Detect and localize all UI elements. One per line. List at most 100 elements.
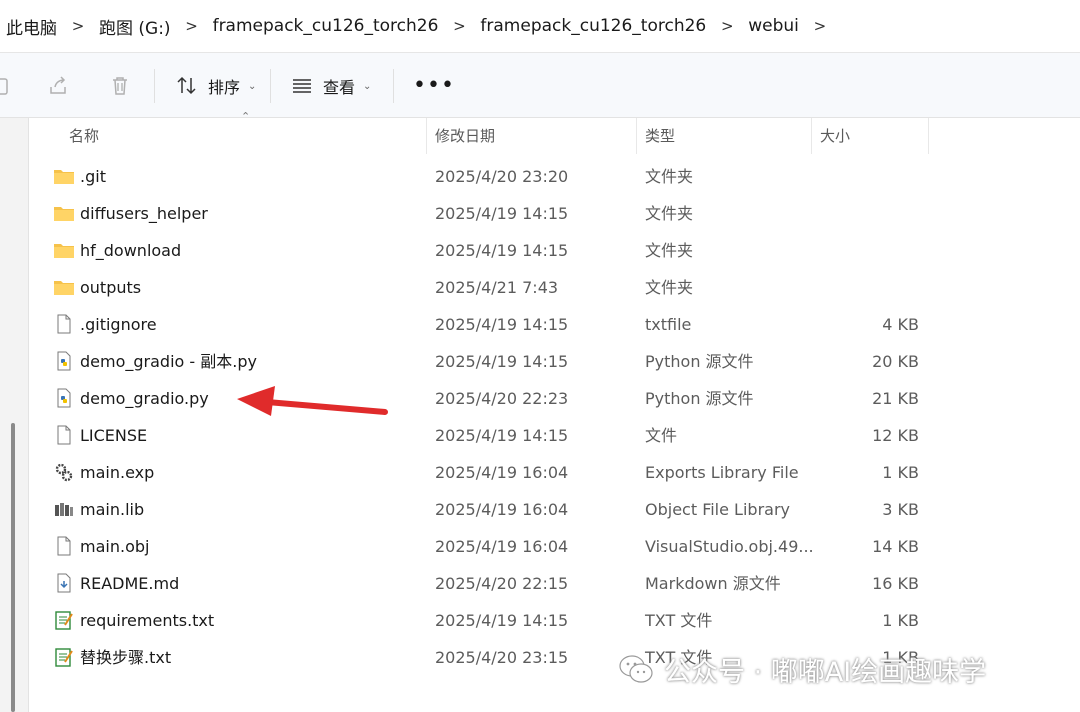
file-icon <box>53 425 75 445</box>
file-name: main.exp <box>80 463 155 482</box>
file-date-modified: 2025/4/19 14:15 <box>435 426 569 445</box>
column-date-modified[interactable]: 修改日期 <box>435 118 495 154</box>
file-name: diffusers_helper <box>80 204 208 223</box>
column-type[interactable]: 类型 <box>645 118 675 154</box>
file-size: 16 KB <box>872 574 919 593</box>
toolbar-divider <box>270 69 271 103</box>
file-name: demo_gradio.py <box>80 389 209 408</box>
sort-button[interactable]: 排序 ⌄ <box>176 73 256 99</box>
file-type: Markdown 源文件 <box>645 574 781 593</box>
chevron-right-icon[interactable]: > <box>57 17 99 35</box>
toolbar-divider <box>393 69 394 103</box>
file-row[interactable]: diffusers_helper 2025/4/19 14:15 文件夹 <box>29 195 1080 232</box>
address-breadcrumb: 此电脑 > 跑图 (G:) > framepack_cu126_torch26 … <box>0 0 1080 53</box>
breadcrumb-drive[interactable]: 跑图 (G:) <box>99 14 171 39</box>
file-type: Exports Library File <box>645 463 799 482</box>
file-date-modified: 2025/4/21 7:43 <box>435 278 559 297</box>
file-name: .gitignore <box>80 315 157 334</box>
column-divider[interactable] <box>928 118 929 154</box>
chevron-right-icon[interactable]: > <box>706 17 748 35</box>
file-row[interactable]: requirements.txt 2025/4/19 14:15 TXT 文件 1 K… <box>29 602 1080 639</box>
breadcrumb-webui[interactable]: webui <box>748 16 799 36</box>
file-icon <box>53 536 75 556</box>
wechat-logo-icon <box>619 655 653 683</box>
view-label: 查看 <box>323 78 356 97</box>
file-row[interactable]: README.md 2025/4/20 22:15 Markdown 源文件 16 K… <box>29 565 1080 602</box>
file-date-modified: 2025/4/19 16:04 <box>435 537 569 556</box>
navigation-pane <box>0 118 29 712</box>
file-size: 4 KB <box>882 315 919 334</box>
view-button[interactable]: 查看 ⌄ <box>291 73 371 99</box>
file-size: 14 KB <box>872 537 919 556</box>
file-row[interactable]: demo_gradio - 副本.py 2025/4/19 14:15 Python… <box>29 343 1080 380</box>
share-icon[interactable] <box>47 75 69 97</box>
file-type: Python 源文件 <box>645 389 754 408</box>
file-name: demo_gradio - 副本.py <box>80 352 257 371</box>
command-bar: 排序 ⌄ 查看 ⌄ ••• <box>0 53 1080 118</box>
file-type: 文件夹 <box>645 204 694 223</box>
file-row[interactable]: hf_download 2025/4/19 14:15 文件夹 <box>29 232 1080 269</box>
sort-arrows-icon <box>177 76 196 95</box>
chevron-right-icon[interactable]: > <box>799 17 841 35</box>
text-file-icon <box>53 647 75 667</box>
python-file-icon <box>53 388 75 408</box>
file-date-modified: 2025/4/19 14:15 <box>435 352 569 371</box>
column-size[interactable]: 大小 <box>820 118 850 154</box>
library-file-icon <box>53 499 75 519</box>
breadcrumb-folder-1[interactable]: framepack_cu126_torch26 <box>213 16 439 36</box>
file-size: 12 KB <box>872 426 919 445</box>
file-name: LICENSE <box>80 426 148 445</box>
file-size: 3 KB <box>882 500 919 519</box>
file-name: .git <box>80 167 106 186</box>
folder-icon <box>53 203 75 223</box>
file-size: 21 KB <box>872 389 919 408</box>
file-row[interactable]: .git 2025/4/20 23:20 文件夹 <box>29 158 1080 195</box>
file-date-modified: 2025/4/20 22:23 <box>435 389 569 408</box>
file-type: 文件 <box>645 426 678 445</box>
column-divider[interactable] <box>811 118 812 154</box>
file-icon <box>53 314 75 334</box>
column-header: ⌃ 名称 修改日期 类型 大小 <box>29 110 1080 154</box>
file-row[interactable]: .gitignore 2025/4/19 14:15 txtfile 4 KB <box>29 306 1080 343</box>
gears-file-icon <box>53 462 75 482</box>
column-divider[interactable] <box>636 118 637 154</box>
folder-icon <box>53 166 75 186</box>
column-name[interactable]: 名称 <box>69 118 99 154</box>
chevron-down-icon: ⌄ <box>248 80 257 92</box>
file-list: .git 2025/4/20 23:20 文件夹 diffusers_helper 20… <box>29 158 1080 676</box>
file-row[interactable]: main.lib 2025/4/19 16:04 Object File Libra… <box>29 491 1080 528</box>
file-date-modified: 2025/4/20 23:15 <box>435 648 569 667</box>
file-date-modified: 2025/4/20 22:15 <box>435 574 569 593</box>
file-type: Python 源文件 <box>645 352 754 371</box>
red-arrow-annotation <box>237 386 388 416</box>
file-date-modified: 2025/4/19 14:15 <box>435 241 569 260</box>
sort-ascending-icon: ⌃ <box>241 110 251 123</box>
file-size: 1 KB <box>882 463 919 482</box>
file-name: hf_download <box>80 241 182 260</box>
paste-icon[interactable] <box>0 75 12 97</box>
file-date-modified: 2025/4/20 23:20 <box>435 167 569 186</box>
column-divider[interactable] <box>426 118 427 154</box>
file-name: README.md <box>80 574 180 593</box>
chevron-right-icon[interactable]: > <box>438 17 480 35</box>
chevron-down-icon: ⌄ <box>363 80 372 92</box>
file-row[interactable]: demo_gradio.py 2025/4/20 22:23 Python 源文件 2… <box>29 380 1080 417</box>
view-list-icon <box>293 79 311 93</box>
breadcrumb-this-pc[interactable]: 此电脑 <box>6 14 57 39</box>
file-type: VisualStudio.obj.49... <box>645 537 814 556</box>
vertical-scrollbar[interactable] <box>11 423 15 712</box>
chevron-right-icon[interactable]: > <box>171 17 213 35</box>
file-row[interactable]: main.obj 2025/4/19 16:04 VisualStudio.obj.… <box>29 528 1080 565</box>
file-date-modified: 2025/4/19 14:15 <box>435 611 569 630</box>
more-options-button[interactable]: ••• <box>413 73 455 98</box>
file-row[interactable]: main.exp 2025/4/19 16:04 Exports Library F… <box>29 454 1080 491</box>
file-row[interactable]: LICENSE 2025/4/19 14:15 文件 12 KB <box>29 417 1080 454</box>
delete-icon[interactable] <box>109 75 131 97</box>
text-file-icon <box>53 610 75 630</box>
watermark-text: 公众号 · 嘟嘟AI绘画趣味学 <box>664 656 987 688</box>
watermark: 公众号 · 嘟嘟AI绘画趣味学 <box>618 645 986 693</box>
file-size: 20 KB <box>872 352 919 371</box>
breadcrumb-folder-2[interactable]: framepack_cu126_torch26 <box>480 16 706 36</box>
file-name: main.obj <box>80 537 150 556</box>
file-row[interactable]: outputs 2025/4/21 7:43 文件夹 <box>29 269 1080 306</box>
